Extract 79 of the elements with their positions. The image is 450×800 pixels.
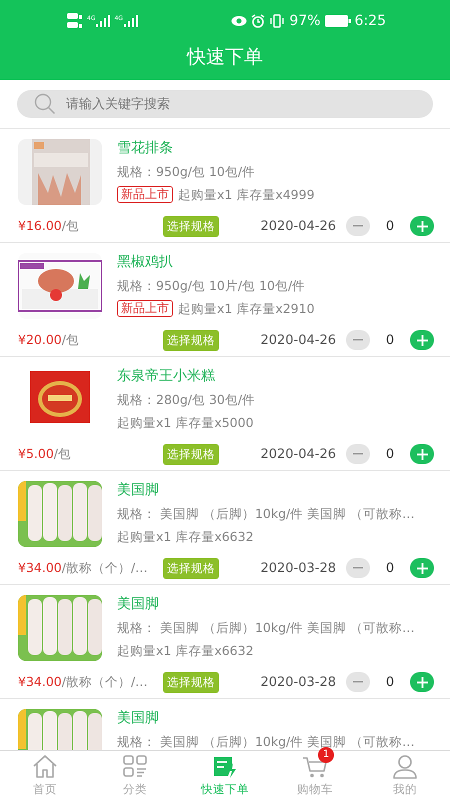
alarm-icon (251, 14, 266, 28)
product-date: 2020-04-26 (260, 218, 336, 234)
increase-button[interactable] (410, 672, 434, 692)
product-spec: 规格： 美国脚 （后脚）10kg/件 美国脚 （可散称… (117, 505, 415, 522)
vibrate-icon (269, 14, 286, 28)
plus-icon (416, 334, 428, 346)
minus-icon (353, 453, 363, 455)
stock-info: 起购量x1 库存量x2910 (178, 300, 315, 317)
product-name[interactable]: 黑椒鸡扒 (117, 253, 315, 271)
grid-icon (122, 754, 148, 780)
quantity-value: 0 (384, 218, 396, 234)
product-price: ¥5.00/包 (18, 446, 72, 462)
tab-item[interactable]: 快速下单 (180, 751, 270, 800)
signal-icon (124, 15, 138, 27)
search-field[interactable]: 请输入关键字搜索 (17, 90, 433, 118)
tab-item[interactable]: 首页 (0, 751, 90, 800)
increase-button[interactable] (410, 558, 434, 578)
minus-icon (353, 225, 363, 227)
product-date: 2020-03-28 (260, 674, 336, 690)
decrease-button[interactable] (346, 558, 370, 578)
minus-icon (353, 681, 363, 683)
product-spec: 规格： 美国脚 （后脚）10kg/件 美国脚 （可散称… (117, 733, 415, 750)
product-price: ¥20.00/包 (18, 332, 80, 348)
product-spec: 规格：950g/包 10片/包 10包/件 (117, 277, 306, 294)
select-spec-button[interactable]: 选择规格 (163, 558, 219, 579)
quantity-value: 0 (384, 446, 396, 462)
decrease-button[interactable] (346, 330, 370, 350)
product-name[interactable]: 美国脚 (117, 709, 415, 727)
home-icon (32, 754, 58, 780)
plus-icon (416, 562, 428, 574)
lightning-list-icon (212, 754, 238, 780)
product-spec: 规格：280g/包 30包/件 (117, 391, 256, 408)
decrease-button[interactable] (346, 216, 370, 236)
signal-icon (96, 15, 110, 27)
plus-icon (416, 676, 428, 688)
new-product-tag: 新品上市 (117, 186, 173, 203)
stock-info: 起购量x1 库存量x6632 (117, 528, 254, 545)
minus-icon (353, 567, 363, 569)
increase-button[interactable] (410, 444, 434, 464)
new-product-tag: 新品上市 (117, 300, 173, 317)
decrease-button[interactable] (346, 444, 370, 464)
plus-icon (416, 220, 428, 232)
product-spec: 规格：950g/包 10包/件 (117, 163, 256, 180)
product-price: ¥34.00/散称（个）/… (18, 560, 149, 576)
stock-info: 起购量x1 库存量x4999 (178, 186, 315, 203)
quantity-value: 0 (384, 674, 396, 690)
increase-button[interactable] (410, 330, 434, 350)
product-spec: 规格： 美国脚 （后脚）10kg/件 美国脚 （可散称… (117, 619, 415, 636)
product-name[interactable]: 东泉帝王小米糕 (117, 367, 256, 385)
product-name[interactable]: 雪花排条 (117, 139, 315, 157)
hd-icon (67, 12, 83, 30)
plus-icon (416, 448, 428, 460)
eye-icon (231, 15, 248, 27)
quantity-value: 0 (384, 332, 396, 348)
select-spec-button[interactable]: 选择规格 (163, 216, 219, 237)
decrease-button[interactable] (346, 672, 370, 692)
increase-button[interactable] (410, 216, 434, 236)
count-badge: 1 (318, 747, 334, 763)
product-price: ¥16.00/包 (18, 218, 80, 234)
battery-icon (324, 15, 351, 27)
product-date: 2020-04-26 (260, 446, 336, 462)
product-name[interactable]: 美国脚 (117, 595, 415, 613)
person-icon (392, 754, 418, 780)
page-title: 快速下单 (187, 45, 263, 70)
product-price: ¥34.00/散称（个）/… (18, 674, 149, 690)
battery-percent: 97% (289, 13, 321, 29)
stock-info: 起购量x1 库存量x5000 (117, 414, 254, 431)
minus-icon (353, 339, 363, 341)
stock-info: 起购量x1 库存量x6632 (117, 642, 254, 659)
product-date: 2020-03-28 (260, 560, 336, 576)
product-name[interactable]: 美国脚 (117, 481, 415, 499)
product-date: 2020-04-26 (260, 332, 336, 348)
tab-item[interactable]: 我的 (360, 751, 450, 800)
select-spec-button[interactable]: 选择规格 (163, 444, 219, 465)
select-spec-button[interactable]: 选择规格 (163, 330, 219, 351)
clock-time: 6:25 (354, 13, 386, 29)
quantity-value: 0 (384, 560, 396, 576)
tab-item[interactable]: 分类 (90, 751, 180, 800)
select-spec-button[interactable]: 选择规格 (163, 672, 219, 693)
